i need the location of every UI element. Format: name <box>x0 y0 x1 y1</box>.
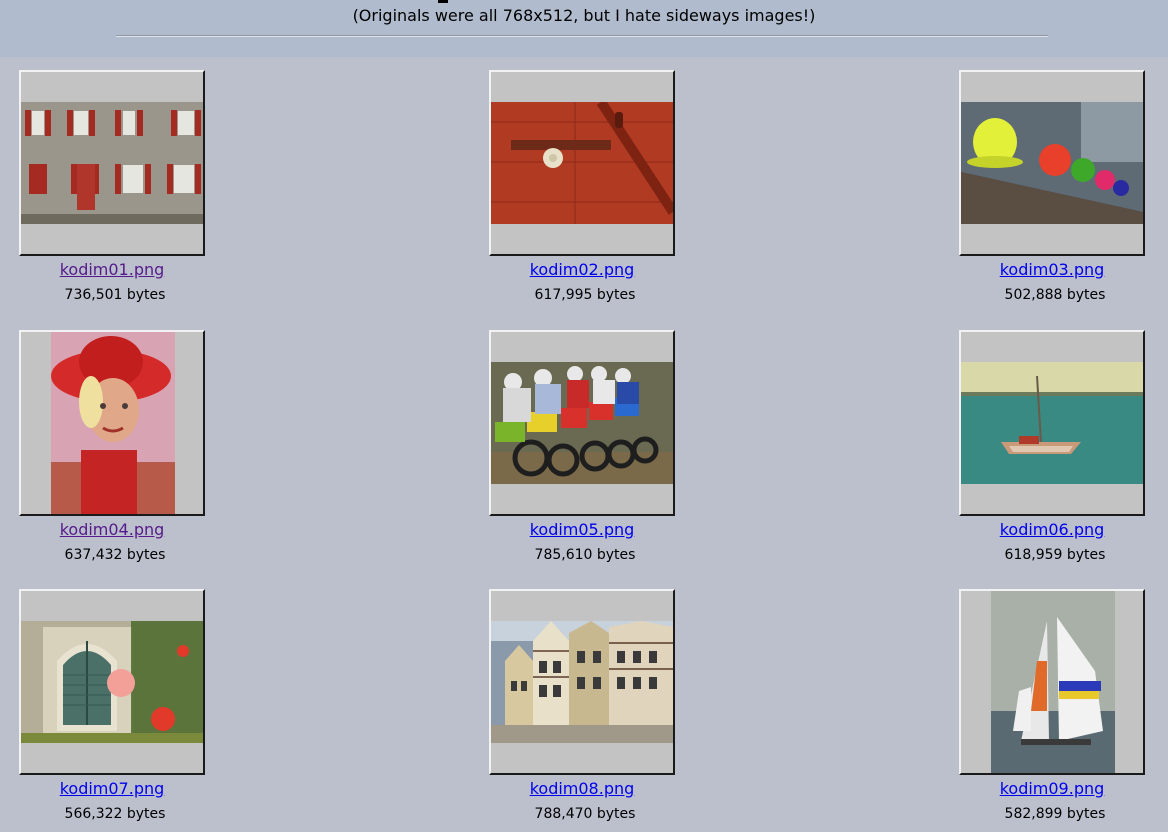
thumbnail-image[interactable] <box>961 102 1143 224</box>
file-link[interactable]: kodim09.png <box>959 779 1145 798</box>
thumbnail-image[interactable] <box>51 332 175 514</box>
clipped-title-fragment <box>438 0 448 3</box>
thumbnail-image[interactable] <box>491 102 673 224</box>
thumbnail-frame[interactable] <box>489 589 675 775</box>
thumbnail-image[interactable] <box>961 362 1143 484</box>
file-link[interactable]: kodim06.png <box>959 520 1145 539</box>
page-subtitle: (Originals were all 768x512, but I hate … <box>352 6 816 25</box>
thumbnail-frame[interactable] <box>19 70 205 256</box>
thumbnail-frame[interactable] <box>19 589 205 775</box>
file-link[interactable]: kodim02.png <box>489 260 675 279</box>
thumbnail-frame[interactable] <box>959 70 1145 256</box>
file-link[interactable]: kodim01.png <box>19 260 205 279</box>
file-size: 617,995 bytes <box>534 287 636 303</box>
thumbnail-frame[interactable] <box>959 589 1145 775</box>
thumbnail-frame[interactable] <box>959 330 1145 516</box>
thumbnail-image[interactable] <box>491 621 673 743</box>
file-link[interactable]: kodim04.png <box>19 520 205 539</box>
file-link[interactable]: kodim03.png <box>959 260 1145 279</box>
file-size: 637,432 bytes <box>64 547 166 563</box>
horizontal-rule <box>116 35 1048 37</box>
file-link[interactable]: kodim08.png <box>489 779 675 798</box>
file-size: 582,899 bytes <box>1004 806 1106 822</box>
file-size: 736,501 bytes <box>64 287 166 303</box>
page-header: (Originals were all 768x512, but I hate … <box>0 0 1168 57</box>
file-link[interactable]: kodim07.png <box>19 779 205 798</box>
thumbnail-image[interactable] <box>991 591 1115 773</box>
thumbnail-frame[interactable] <box>19 330 205 516</box>
file-link[interactable]: kodim05.png <box>489 520 675 539</box>
thumbnail-image[interactable] <box>491 362 673 484</box>
thumbnail-image[interactable] <box>21 102 203 224</box>
thumbnail-image[interactable] <box>21 621 203 743</box>
file-size: 502,888 bytes <box>1004 287 1106 303</box>
thumbnail-frame[interactable] <box>489 70 675 256</box>
file-size: 566,322 bytes <box>64 806 166 822</box>
file-size: 788,470 bytes <box>534 806 636 822</box>
file-size: 618,959 bytes <box>1004 547 1106 563</box>
file-size: 785,610 bytes <box>534 547 636 563</box>
thumbnail-frame[interactable] <box>489 330 675 516</box>
